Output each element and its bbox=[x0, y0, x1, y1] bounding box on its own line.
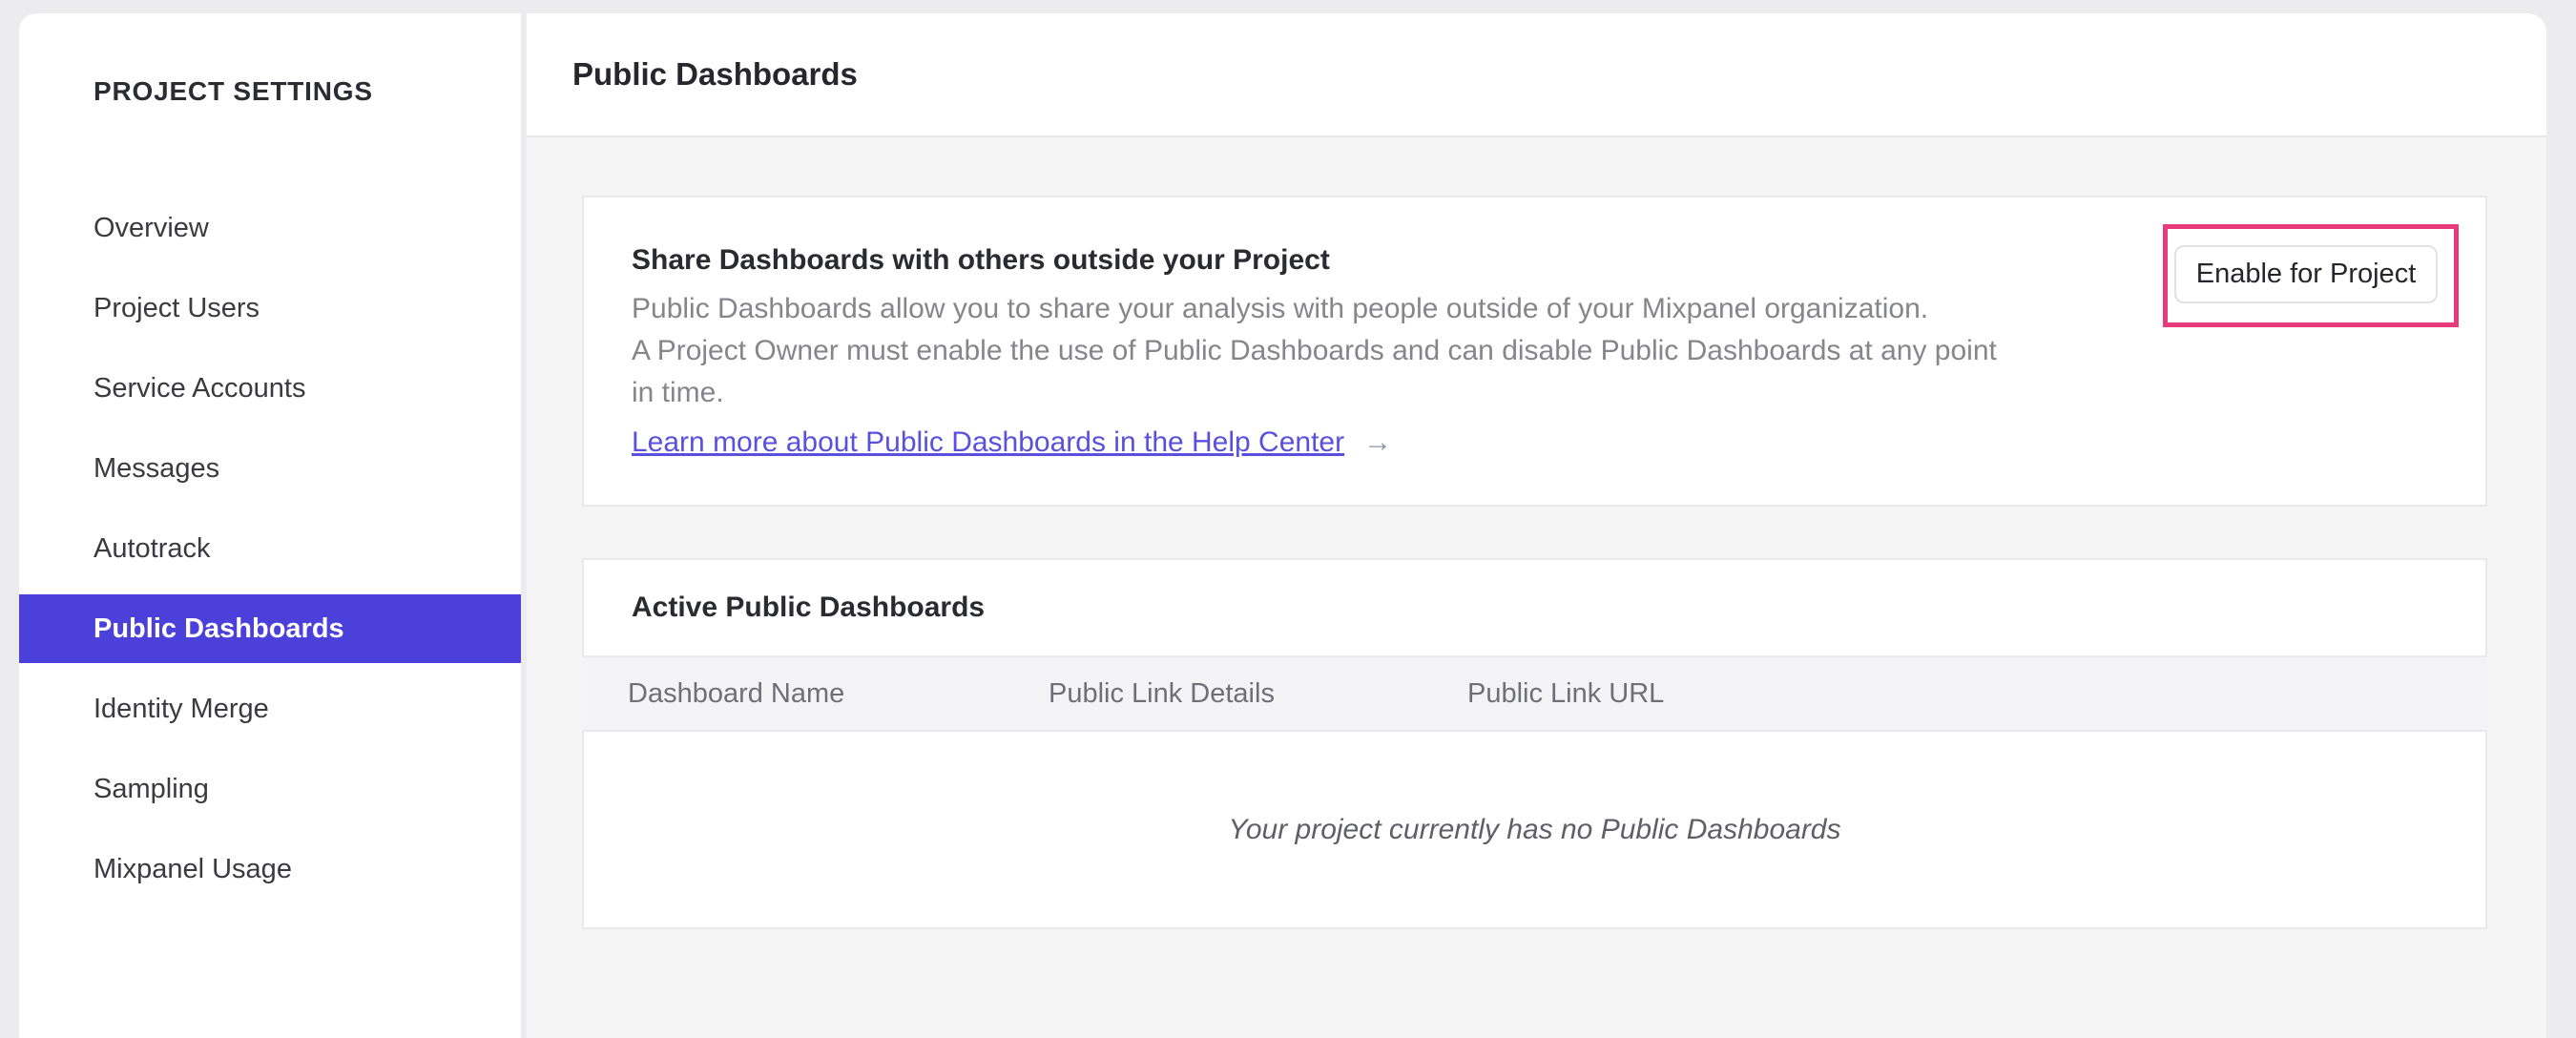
sidebar-item-public-dashboards[interactable]: Public Dashboards bbox=[19, 589, 521, 669]
share-card-description: Public Dashboards allow you to share you… bbox=[632, 288, 1997, 414]
share-dashboards-card: Share Dashboards with others outside you… bbox=[582, 196, 2487, 507]
column-header-public-link-url: Public Link URL bbox=[1467, 677, 1665, 709]
active-public-dashboards-card: Active Public Dashboards Dashboard Name … bbox=[582, 558, 2487, 929]
help-center-link-row: Learn more about Public Dashboards in th… bbox=[632, 426, 1392, 459]
page-header: Public Dashboards bbox=[527, 13, 2546, 137]
sidebar-item-sampling[interactable]: Sampling bbox=[19, 749, 521, 829]
arrow-right-icon: → bbox=[1363, 426, 1393, 458]
description-line: in time. bbox=[632, 377, 724, 408]
project-settings-sidebar: PROJECT SETTINGS Overview Project Users … bbox=[19, 13, 521, 1038]
sidebar-item-overview[interactable]: Overview bbox=[19, 188, 521, 268]
sidebar-item-service-accounts[interactable]: Service Accounts bbox=[19, 348, 521, 428]
sidebar-title: PROJECT SETTINGS bbox=[93, 76, 373, 106]
sidebar-item-identity-merge[interactable]: Identity Merge bbox=[19, 669, 521, 749]
enable-for-project-button[interactable]: Enable for Project bbox=[2174, 245, 2438, 303]
main-content: Share Dashboards with others outside you… bbox=[527, 137, 2546, 1038]
column-header-public-link-details: Public Link Details bbox=[1049, 677, 1275, 709]
sidebar-item-messages[interactable]: Messages bbox=[19, 428, 521, 509]
page-title: Public Dashboards bbox=[572, 56, 858, 92]
active-dashboards-title: Active Public Dashboards bbox=[632, 592, 986, 623]
settings-nav: Overview Project Users Service Accounts … bbox=[19, 188, 521, 909]
share-card-heading: Share Dashboards with others outside you… bbox=[632, 244, 1330, 276]
sidebar-item-autotrack[interactable]: Autotrack bbox=[19, 509, 521, 589]
description-line: A Project Owner must enable the use of P… bbox=[632, 335, 1997, 366]
empty-state-message: Your project currently has no Public Das… bbox=[1228, 813, 1841, 845]
help-center-link[interactable]: Learn more about Public Dashboards in th… bbox=[632, 426, 1344, 459]
sidebar-item-project-users[interactable]: Project Users bbox=[19, 268, 521, 348]
sidebar-item-mixpanel-usage[interactable]: Mixpanel Usage bbox=[19, 829, 521, 909]
column-header-dashboard-name: Dashboard Name bbox=[628, 677, 845, 709]
description-line: Public Dashboards allow you to share you… bbox=[632, 293, 1929, 324]
dashboards-table-header: Dashboard Name Public Link Details Publi… bbox=[582, 655, 2487, 732]
